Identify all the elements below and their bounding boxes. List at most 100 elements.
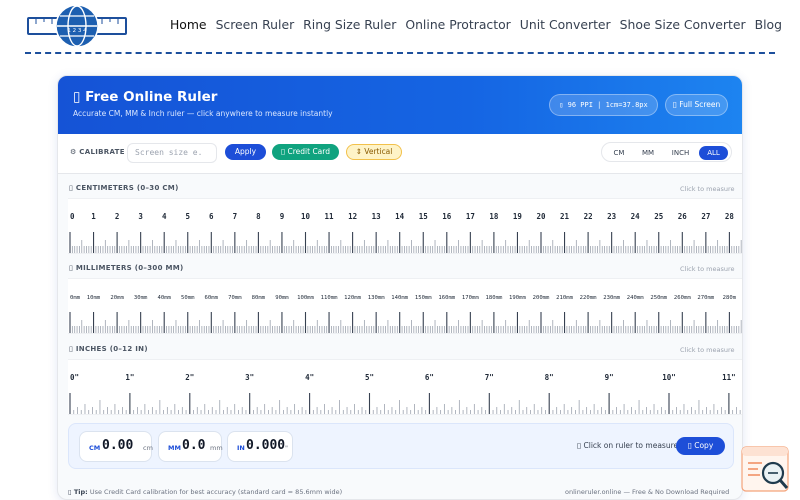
credit-card-button[interactable]: ▯ Credit Card (272, 144, 339, 160)
search-widget-icon[interactable] (740, 445, 792, 495)
click-instruction: ▯ Click on ruler to measure (577, 441, 679, 450)
ruler-label: 190mm (509, 295, 526, 301)
ruler-label: 22 (584, 212, 593, 221)
ruler-label: 1" (125, 373, 134, 382)
ruler-label: 50mm (181, 295, 195, 301)
ruler-label: 12 (348, 212, 357, 221)
ruler-label: 0mm (70, 295, 81, 301)
ruler-label: 100mm (297, 295, 314, 301)
ruler-label: 27 (701, 212, 710, 221)
ruler-label: 19 (513, 212, 523, 221)
card-title: ▯ Free Online Ruler (73, 89, 218, 105)
ruler-label: 220mm (580, 295, 597, 301)
mm-ruler[interactable]: 0mm 10mm 20mm 30mm 40mm 50mm 60mm 70mm 80mm 90mm 1… (68, 278, 742, 334)
nav-ring-size-ruler[interactable]: Ring Size Ruler (303, 17, 396, 32)
mm-readout-label: MM (168, 444, 181, 452)
nav-online-protractor[interactable]: Online Protractor (405, 17, 510, 32)
screen-size-input[interactable]: Screen size e. (127, 143, 217, 163)
ruler-label: 26 (678, 212, 688, 221)
ruler-label: 16 (442, 212, 452, 221)
ruler-label: 0 (70, 212, 75, 221)
ruler-label: 13 (372, 212, 382, 221)
ruler-label: 70mm (228, 295, 242, 301)
unit-all[interactable]: ALL (699, 146, 728, 160)
tip-label: ▯ Tip: (68, 488, 88, 496)
unit-cm[interactable]: CM (607, 146, 631, 160)
ruler-label: 6 (209, 212, 214, 221)
card-header: ▯ Free Online Ruler Accurate CM, MM & In… (58, 76, 742, 134)
ruler-label: 25 (654, 212, 663, 221)
ruler-label: 200mm (533, 295, 550, 301)
ruler-label: 10" (662, 373, 676, 382)
ruler-label: 250mm (650, 295, 667, 301)
mm-readout-value: 0.0 (182, 438, 206, 453)
inch-ruler[interactable]: 0" 1" 2" 3" 4" 5" 6" 7" 8" 9" 10" 11" (68, 359, 742, 415)
ruler-label: 5" (365, 373, 374, 382)
calibration-toolbar: ⚙ CALIBRATE Screen size e. Apply ▯ Credi… (58, 134, 742, 174)
cm-click-hint: Click to measure (680, 185, 735, 193)
ruler-label: 20mm (110, 295, 124, 301)
unit-inch[interactable]: INCH (664, 146, 697, 160)
fullscreen-button[interactable]: ▯ Full Screen (665, 94, 728, 116)
tip-body: Use Credit Card calibration for best acc… (89, 488, 343, 496)
ruler-label: 230mm (603, 295, 620, 301)
ruler-label: 280m (723, 295, 737, 301)
ruler-label: 2 (115, 212, 120, 221)
ruler-label: 270mm (697, 295, 714, 301)
ruler-label: 7" (485, 373, 494, 382)
ruler-label: 80mm (252, 295, 266, 301)
inch-ruler-label: ▯ INCHES (0–12 IN) (69, 345, 148, 353)
ruler-label: 3 (138, 212, 143, 221)
ruler-label: 10mm (87, 295, 101, 301)
ppi-badge: ▯ 96 PPI | 1cm=37.8px (549, 94, 658, 116)
copy-button[interactable]: ▯ Copy (676, 437, 725, 455)
ruler-cm-scale: 0 1 2 3 4 5 6 7 8 9 10 11 12 13 14 15 16 17 18 19 20 21 22 23 24… (69, 212, 742, 253)
ruler-label: 130mm (368, 295, 385, 301)
unit-mm[interactable]: MM (635, 146, 661, 160)
inch-click-hint: Click to measure (680, 346, 735, 354)
ruler-label: 5 (185, 212, 190, 221)
ruler-label: 4" (305, 373, 314, 382)
site-header: 1 2 3 4 Home Screen Ruler Ring Size Rule… (0, 0, 800, 54)
brand-text: onlineruler.online — Free & No Download … (565, 488, 730, 496)
ruler-label: 1 (91, 212, 96, 221)
nav-home[interactable]: Home (170, 17, 207, 32)
tip-text: ▯ Tip: Use Credit Card calibration for b… (68, 488, 342, 496)
ruler-label: 28 (725, 212, 735, 221)
ruler-label: 90mm (275, 295, 289, 301)
ruler-label: 2" (185, 373, 194, 382)
in-readout: IN 0.000 " (227, 431, 293, 462)
logo[interactable]: 1 2 3 4 (26, 4, 128, 48)
mm-click-hint: Click to measure (680, 265, 735, 273)
ruler-in-scale: 0" 1" 2" 3" 4" 5" 6" 7" 8" 9" 10" 11" (69, 373, 741, 414)
ruler-label: 0" (70, 373, 79, 382)
nav-shoe-size-converter[interactable]: Shoe Size Converter (620, 17, 746, 32)
mm-ruler-label: ▯ MILLIMETERS (0–300 MM) (69, 264, 184, 272)
card-subtitle: Accurate CM, MM & Inch ruler — click any… (73, 109, 333, 118)
ruler-label: 40mm (157, 295, 171, 301)
cm-readout-label: CM (89, 444, 101, 452)
nav-unit-converter[interactable]: Unit Converter (520, 17, 611, 32)
nav-blog[interactable]: Blog (755, 17, 782, 32)
cm-ruler[interactable]: 0 1 2 3 4 5 6 7 8 9 10 11 12 13 14 15 16 17 18 19 20 21 22 23 24… (68, 198, 742, 254)
unit-switcher: CM MM INCH ALL (601, 142, 732, 162)
apply-button[interactable]: Apply (225, 144, 266, 160)
mm-readout-unit: mm (210, 444, 223, 452)
logo-digits: 1 2 3 4 (67, 28, 87, 34)
ruler-label: 20 (536, 212, 546, 221)
cm-readout: CM 0.00 cm (79, 431, 153, 462)
ruler-label: 23 (607, 212, 617, 221)
ruler-label: 180mm (485, 295, 502, 301)
ruler-label: 15 (419, 212, 428, 221)
ruler-label: 8 (256, 212, 261, 221)
cm-readout-unit: cm (143, 444, 153, 452)
ruler-label: 3" (245, 373, 254, 382)
ruler-label: 240mm (627, 295, 644, 301)
ruler-label: 14 (395, 212, 405, 221)
ruler-label: 260mm (674, 295, 691, 301)
nav-screen-ruler[interactable]: Screen Ruler (216, 17, 295, 32)
ruler-label: 18 (489, 212, 499, 221)
vertical-button[interactable]: ⇕ Vertical (346, 144, 402, 160)
ruler-label: 10 (301, 212, 311, 221)
ruler-label: 11 (325, 212, 335, 221)
